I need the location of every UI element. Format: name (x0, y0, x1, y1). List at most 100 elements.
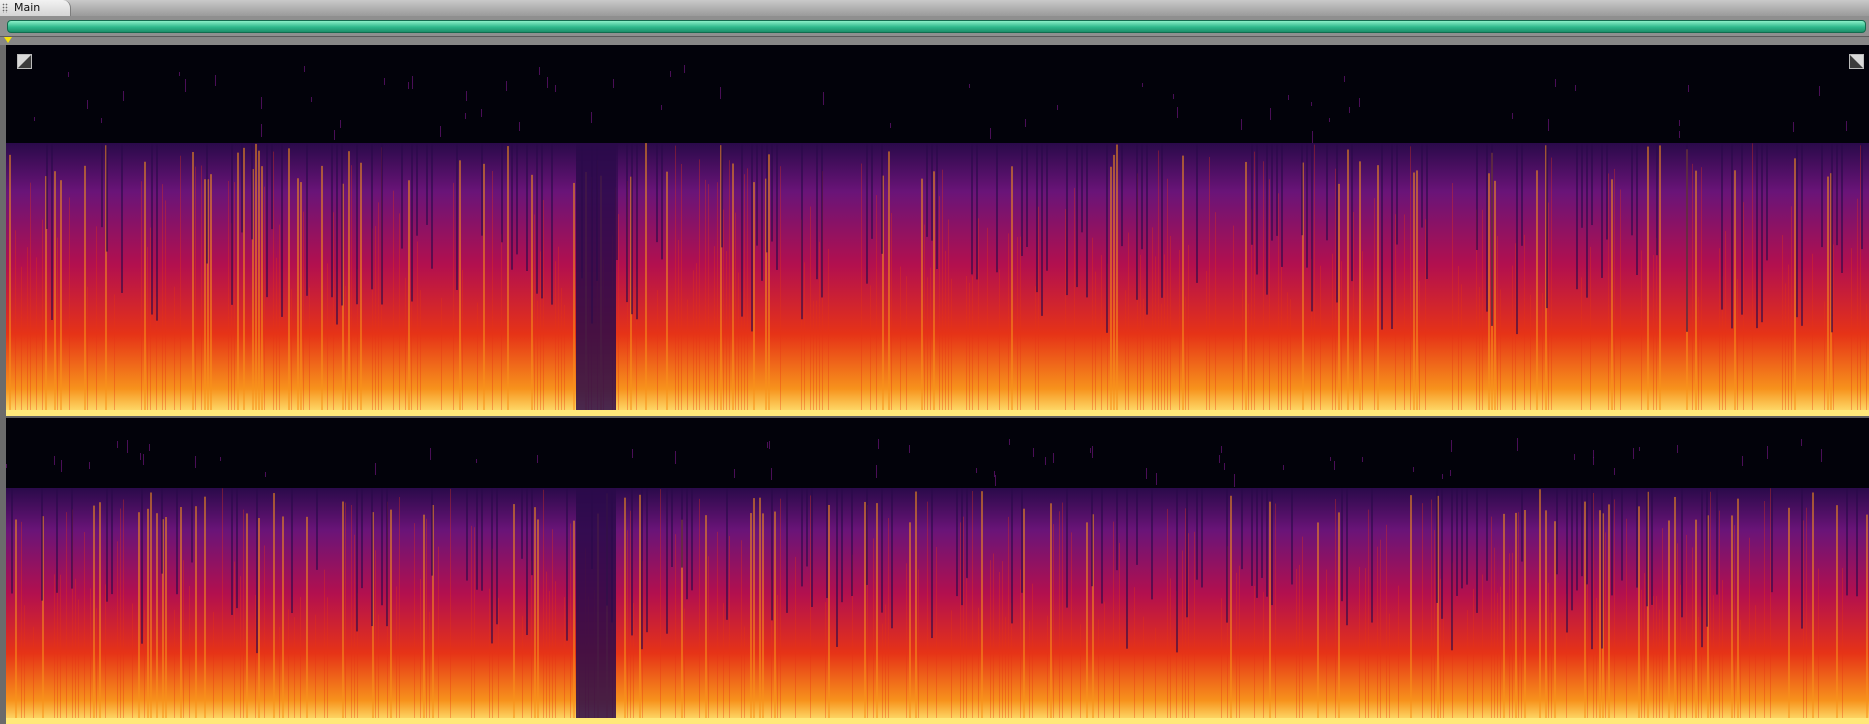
hf-fleck (1142, 83, 1143, 87)
transient-streak (1503, 513, 1505, 724)
transient-streak (306, 516, 308, 724)
quiet-gap (1421, 143, 1423, 228)
quiet-gap (1611, 488, 1613, 596)
quiet-gap (1086, 143, 1088, 298)
transient-streak (291, 289, 292, 416)
transient-streak (237, 152, 239, 416)
transient-streak (360, 162, 362, 416)
hf-fleck (1614, 468, 1615, 475)
transient-streak (105, 584, 106, 724)
overview-scrollbar[interactable] (0, 16, 1869, 37)
playhead-marker[interactable] (4, 37, 12, 43)
transient-streak (681, 163, 682, 416)
quiet-gap (251, 143, 253, 240)
transient-streak (921, 178, 923, 416)
quiet-gap (1831, 143, 1833, 333)
transient-streak (24, 605, 25, 724)
transient-streak (1035, 286, 1036, 416)
transient-streak (1836, 505, 1838, 724)
transient-streak (459, 160, 461, 416)
transient-streak (1719, 248, 1720, 416)
transient-streak (21, 266, 22, 416)
transient-streak (1788, 264, 1789, 416)
hf-fleck (6, 464, 7, 468)
overview-range-handle[interactable] (7, 20, 1866, 33)
transient-streak (1482, 574, 1483, 724)
quiet-gap (56, 488, 58, 593)
hf-fleck (1173, 94, 1174, 99)
transient-streak (15, 519, 17, 724)
quiet-gap (191, 488, 193, 563)
quiet-gap (1346, 488, 1348, 626)
quiet-gap (541, 143, 543, 299)
transient-streak (1020, 236, 1021, 416)
quiet-gap (1766, 143, 1768, 261)
hf-fleck (1334, 461, 1335, 470)
transient-streak (1029, 620, 1030, 724)
quiet-gap (661, 143, 663, 260)
transient-streak (1017, 236, 1018, 416)
zoom-right-icon[interactable] (1849, 54, 1864, 69)
tab-main[interactable]: Main (0, 0, 72, 16)
hf-fleck (1025, 119, 1026, 127)
quiet-gap (1716, 488, 1718, 595)
quiet-gap (331, 143, 333, 298)
quiet-gap (881, 488, 883, 613)
transient-streak (1431, 499, 1432, 724)
transient-streak (705, 179, 706, 416)
transient-streak (60, 180, 62, 416)
quiet-gap (431, 488, 433, 576)
transient-streak (966, 577, 967, 724)
transient-streak (873, 538, 874, 724)
quiet-gap (851, 488, 853, 596)
lower-spectrogram-canvas (6, 438, 1869, 724)
transient-streak (573, 182, 575, 416)
quiet-gap (1271, 488, 1273, 606)
hf-fleck (1821, 449, 1822, 462)
quiet-gap (161, 488, 163, 574)
transient-streak (84, 165, 86, 416)
transient-streak (1524, 234, 1525, 416)
spectral-display[interactable] (6, 45, 1869, 724)
transient-streak (564, 304, 565, 416)
quiet-gap (476, 488, 478, 590)
transient-streak (354, 534, 355, 724)
transient-streak (405, 277, 406, 416)
quiet-gap (1391, 143, 1393, 329)
transient-streak (120, 508, 121, 724)
quiet-gap (1731, 143, 1733, 329)
quiet-gap (316, 488, 318, 570)
hf-fleck (1224, 463, 1225, 470)
transient-streak (273, 493, 275, 724)
hf-fleck (140, 453, 141, 460)
transient-streak (1539, 489, 1541, 724)
quiet-gap (626, 143, 628, 303)
quiet-gap (1196, 488, 1198, 580)
quiet-gap (496, 488, 498, 625)
transient-streak (60, 574, 61, 724)
transient-streak (1545, 510, 1547, 724)
channel-upper-spectrogram[interactable] (6, 45, 1869, 416)
quiet-gap (41, 488, 43, 601)
quiet-gap (1291, 488, 1293, 585)
quiet-gap (836, 488, 838, 647)
quiet-gap (866, 143, 868, 284)
timeline-ruler[interactable] (0, 37, 1869, 45)
transient-streak (927, 277, 928, 416)
channel-lower-spectrogram[interactable] (6, 418, 1869, 724)
transient-streak (9, 154, 11, 416)
quiet-gap (1151, 488, 1153, 600)
quiet-gap (401, 143, 403, 249)
transient-streak (351, 504, 352, 724)
zoom-left-icon[interactable] (17, 54, 32, 69)
transient-streak (138, 512, 140, 724)
quiet-gap (111, 488, 113, 595)
hf-fleck (384, 78, 385, 85)
transient-streak (375, 226, 376, 416)
transient-streak (1299, 564, 1300, 724)
transient-streak (1731, 515, 1733, 724)
transient-streak (204, 179, 206, 416)
transient-streak (906, 563, 907, 724)
transient-streak (1764, 501, 1765, 724)
transient-streak (501, 234, 502, 416)
